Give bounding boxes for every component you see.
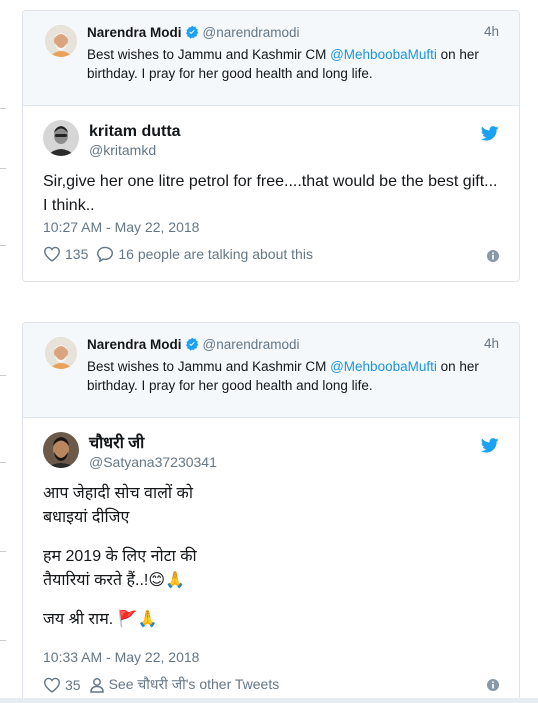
conversation-link[interactable]: 16 people are talking about this — [96, 246, 313, 262]
tweet-text-line: हम 2019 के लिए नोटा की — [43, 548, 197, 565]
tweet-text: Sir,give her one litre petrol for free..… — [43, 173, 498, 214]
tweet-text: Best wishes to Jammu and Kashmir CM @Meh… — [87, 45, 505, 83]
quoted-tweet[interactable]: Narendra Modi @narendramodi 4h Best wishe… — [23, 323, 519, 418]
edge-mark — [0, 245, 6, 246]
quoted-tweet[interactable]: Narendra Modi @narendramodi 4h Best wishe… — [23, 11, 519, 106]
tweet-text-line: तैयारियां करते हैं..!😊🙏 — [43, 572, 185, 589]
avatar[interactable] — [43, 432, 79, 468]
edge-mark — [0, 375, 6, 376]
twitter-bird-icon[interactable] — [480, 438, 499, 458]
author-handle[interactable]: @Satyana37230341 — [89, 453, 217, 471]
page-edge — [0, 698, 538, 703]
author-handle[interactable]: @narendramodi — [203, 337, 300, 352]
author-handle[interactable]: @kritamkd — [89, 141, 181, 159]
tweet-text-part: Best wishes to Jammu and Kashmir CM — [87, 359, 331, 374]
reply-bubble-icon — [97, 246, 114, 262]
edge-mark — [0, 640, 6, 641]
avatar[interactable] — [45, 337, 77, 369]
tweet-text-line: आप जेहादी सोच वालों को — [43, 485, 193, 502]
like-button[interactable]: 35 — [43, 677, 81, 693]
author-name[interactable]: Narendra Modi — [87, 337, 182, 352]
like-button[interactable]: 135 — [43, 246, 88, 262]
verified-badge-icon — [185, 337, 199, 356]
tweet-actions: 35 See चौधरी जी's other Tweets — [43, 675, 287, 694]
heart-icon — [43, 677, 61, 693]
edge-mark — [0, 168, 6, 169]
tweet-date[interactable]: 10:33 AM - May 22, 2018 — [43, 649, 199, 665]
avatar[interactable] — [45, 25, 77, 57]
tweet-time[interactable]: 4h — [484, 24, 499, 39]
twitter-bird-icon[interactable] — [480, 126, 499, 146]
edge-mark — [0, 108, 6, 109]
reply-tweet: चौधरी जी @Satyana37230341 आप जेहादी सोच … — [23, 418, 519, 701]
tweet-text-line: बधाइयां दीजिए — [43, 509, 130, 526]
tweet-date[interactable]: 10:27 AM - May 22, 2018 — [43, 219, 199, 235]
tweet-text-part: Best wishes to Jammu and Kashmir CM — [87, 47, 331, 62]
tweet-time[interactable]: 4h — [484, 336, 499, 351]
tweet-text: आप जेहादी सोच वालों को बधाइयां दीजिए हम … — [43, 482, 503, 632]
like-count: 135 — [65, 246, 89, 262]
author-name[interactable]: kritam dutta — [89, 122, 181, 141]
other-tweets-text: See चौधरी जी's other Tweets — [108, 676, 280, 692]
tweet-text-line: जय श्री राम. 🚩🙏 — [43, 611, 158, 628]
tweet-text: Best wishes to Jammu and Kashmir CM @Meh… — [87, 357, 505, 395]
author-handle[interactable]: @narendramodi — [203, 25, 300, 40]
avatar[interactable] — [43, 120, 79, 156]
info-icon[interactable] — [487, 249, 499, 267]
reply-tweet: kritam dutta @kritamkd Sir,give her one … — [23, 106, 519, 281]
heart-icon — [43, 246, 61, 262]
embedded-tweet-card: Narendra Modi @narendramodi 4h Best wishe… — [22, 10, 520, 282]
author-name[interactable]: चौधरी जी — [89, 434, 217, 453]
info-icon[interactable] — [487, 678, 499, 696]
person-icon — [89, 677, 104, 693]
tweet-actions: 135 16 people are talking about this — [43, 246, 321, 262]
edge-mark — [0, 551, 6, 552]
edge-mark — [0, 462, 6, 463]
talking-about-text: 16 people are talking about this — [118, 246, 313, 262]
author-name[interactable]: Narendra Modi — [87, 25, 182, 40]
verified-badge-icon — [185, 25, 199, 44]
like-count: 35 — [65, 676, 81, 693]
other-tweets-link[interactable]: See चौधरी जी's other Tweets — [89, 675, 280, 694]
embedded-tweet-card: Narendra Modi @narendramodi 4h Best wishe… — [22, 322, 520, 702]
mention-link[interactable]: @MehboobaMufti — [330, 359, 437, 374]
mention-link[interactable]: @MehboobaMufti — [330, 47, 437, 62]
